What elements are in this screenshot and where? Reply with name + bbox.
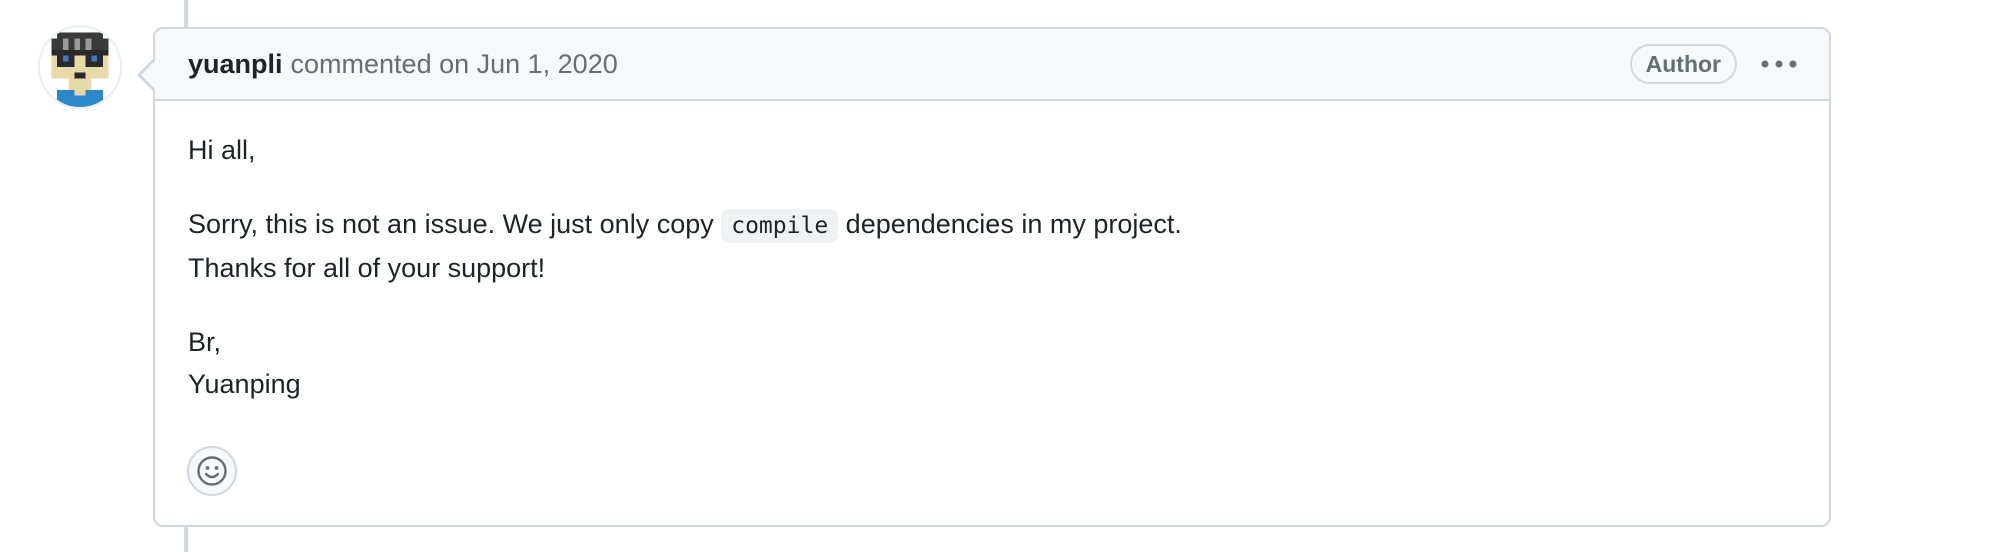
author-badge: Author [1629, 44, 1737, 84]
greeting-paragraph: Hi all, [188, 135, 256, 165]
thanks-text: Thanks for all of your support! [188, 253, 546, 283]
message-text-after: dependencies in my project. [838, 209, 1182, 239]
message-paragraph: Sorry, this is not an issue. We just onl… [188, 203, 1829, 289]
comment-timestamp[interactable]: commented on Jun 1, 2020 [291, 49, 618, 80]
kebab-horizontal-icon [1761, 60, 1797, 68]
more-options-button[interactable] [1759, 49, 1799, 79]
header-actions: Author [1629, 44, 1799, 84]
signature-text: Yuanping [188, 369, 301, 399]
add-reaction-button[interactable] [187, 446, 237, 496]
smiley-icon [197, 456, 227, 486]
inline-code: compile [721, 209, 839, 243]
signature-paragraph: Br, Yuanping [188, 321, 1829, 405]
comment-body: Hi all, Sorry, this is not an issue. We … [155, 101, 1829, 405]
avatar-image [40, 27, 120, 107]
avatar[interactable] [38, 25, 122, 109]
comment-header: yuanpli commented on Jun 1, 2020 Author [155, 29, 1829, 101]
comment-card: yuanpli commented on Jun 1, 2020 Author … [137, 27, 1831, 527]
message-text-before: Sorry, this is not an issue. We just onl… [188, 209, 722, 239]
author-link[interactable]: yuanpli [188, 49, 283, 80]
signoff-text: Br, [188, 327, 222, 357]
